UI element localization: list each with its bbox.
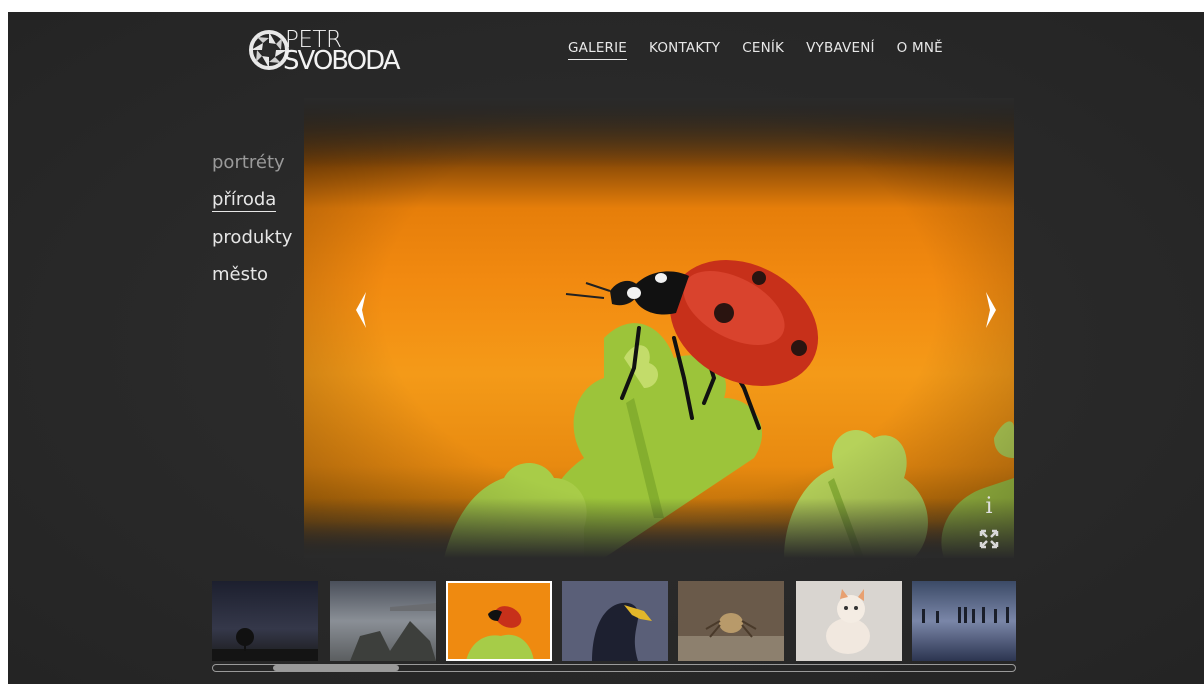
thumbnail-image: [912, 581, 1016, 661]
category-list: portréty příroda produkty město: [212, 152, 292, 301]
scrollbar-handle[interactable]: [273, 665, 399, 671]
thumbnail-ladybug[interactable]: [446, 581, 552, 661]
photo-bottom-fade: [304, 498, 1014, 558]
nav-item-cenik[interactable]: CENÍK: [742, 40, 784, 60]
nav-item-vybaveni[interactable]: VYBAVENÍ: [806, 40, 875, 60]
thumbnail-image: [212, 581, 318, 661]
chevron-right-icon[interactable]: [974, 288, 1004, 332]
thumbnail-image: [446, 581, 552, 661]
chevron-left-icon[interactable]: [348, 288, 378, 332]
category-mesto[interactable]: město: [212, 264, 268, 286]
thumbnail-tree-night[interactable]: [212, 581, 318, 661]
nav-item-galerie[interactable]: GALERIE: [568, 40, 628, 60]
thumbnail-image: [330, 581, 436, 661]
thumbnail-eagle[interactable]: [562, 581, 668, 661]
thumbnail-image: [678, 581, 784, 661]
info-icon[interactable]: i: [978, 496, 1000, 518]
thumbnail-sea-posts[interactable]: [912, 581, 1016, 661]
thumbnail-image: [562, 581, 668, 661]
nav-item-kontakty[interactable]: KONTAKTY: [649, 40, 720, 60]
thumbnail-kitten[interactable]: [796, 581, 902, 661]
fullscreen-icon[interactable]: [978, 528, 1000, 550]
category-portrety[interactable]: portréty: [212, 152, 285, 174]
photo-viewer: i: [304, 98, 1014, 558]
thumbnail-scrollbar[interactable]: [212, 664, 1016, 672]
logo[interactable]: PETR SVOBODA: [249, 28, 419, 74]
thumbnail-spider[interactable]: [678, 581, 784, 661]
page: PETR SVOBODA GALERIE KONTAKTY CENÍK VYBA…: [8, 12, 1204, 684]
nav-item-o-mne[interactable]: O MNĚ: [897, 40, 943, 60]
thumbnail-rocks-sea[interactable]: [330, 581, 436, 661]
category-produkty[interactable]: produkty: [212, 227, 292, 249]
photo-top-fade: [304, 98, 1014, 168]
main-nav: GALERIE KONTAKTY CENÍK VYBAVENÍ O MNĚ: [568, 40, 965, 60]
thumbnail-strip: [212, 581, 1016, 663]
logo-last-name: SVOBODA: [283, 46, 400, 76]
category-priroda[interactable]: příroda: [212, 189, 277, 212]
thumbnail-image: [796, 581, 902, 661]
